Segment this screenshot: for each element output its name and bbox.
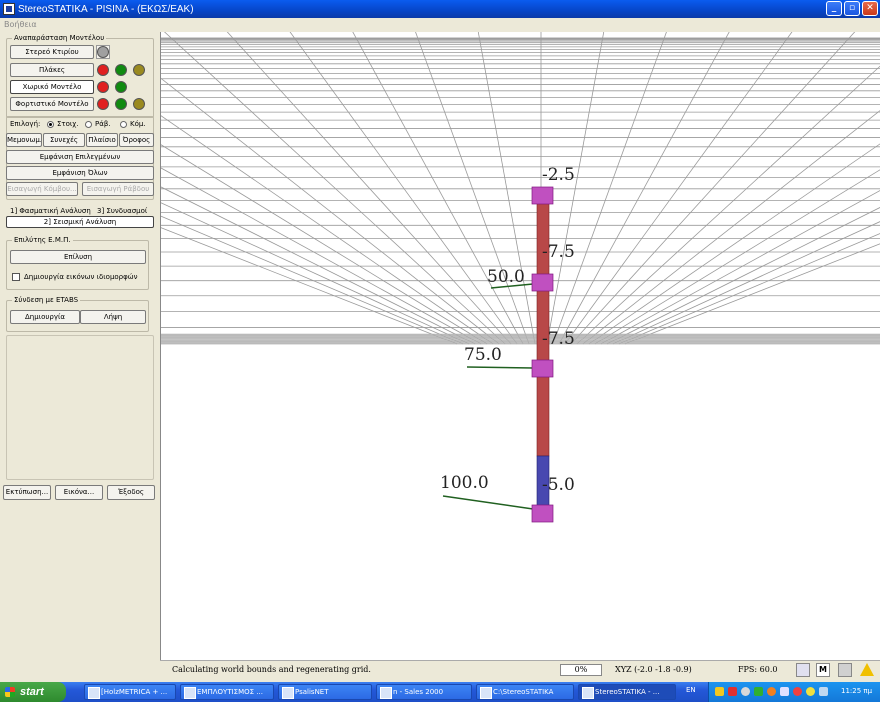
window-titlebar[interactable]: StereoSTATIKA - PISINA - (ΕΚΩΣ/ΕΑΚ) _ ▫ …	[0, 0, 880, 18]
viewport-svg: -2.5 -7.5 -7.5 -5.0 50.0 75.0 100.0	[161, 32, 880, 523]
task-sales2000[interactable]: n - Sales 2000	[376, 684, 472, 700]
node-label-top: -2.5	[542, 165, 575, 185]
gray-dot[interactable]	[97, 46, 109, 58]
m-icon[interactable]: M	[816, 663, 830, 677]
perspective-grid	[161, 32, 880, 345]
show-selected-button[interactable]: Εμφάνιση Επιλεγμένων	[6, 150, 154, 164]
image-button[interactable]: Εικόνα...	[55, 485, 103, 500]
start-button[interactable]: start	[0, 682, 66, 702]
red-dot[interactable]	[97, 98, 109, 110]
green-dot[interactable]	[115, 98, 127, 110]
load-model-button[interactable]: Φορτιστικό Μοντέλο	[10, 97, 94, 111]
solve-button[interactable]: Επίλυση	[10, 250, 146, 264]
node-bottom[interactable]	[531, 504, 554, 523]
taskbar: start [HolzMETRICA + ... ΕΜΠΛΟΥΤΙΣΜΟΣ ..…	[0, 682, 880, 702]
selection-label: Επιλογή:	[10, 120, 41, 128]
mode-images-checkbox[interactable]	[12, 273, 20, 281]
node-top[interactable]	[531, 186, 554, 205]
task-holzmetrica[interactable]: [HolzMETRICA + ...	[84, 684, 176, 700]
floor-select-button[interactable]: Όροφος	[119, 133, 154, 147]
radio-bar-label: Ράβ.	[95, 120, 111, 128]
language-indicator[interactable]: EN	[686, 686, 696, 694]
load-arrow-100[interactable]	[442, 495, 534, 510]
insert-node-button[interactable]: Εισαγωγή Κόμβου...	[6, 182, 78, 196]
tab-spectral-analysis[interactable]: 1] Φασματική Ανάλυση	[10, 207, 91, 215]
app-icon	[3, 3, 15, 15]
print-button[interactable]: Εκτύπωση...	[3, 485, 51, 500]
task-stereostatika-app[interactable]: StereoSTATIKA - ...	[578, 684, 676, 700]
alert-icon[interactable]	[793, 687, 802, 696]
tray-app-icon[interactable]	[806, 687, 815, 696]
maximize-button[interactable]: ▫	[844, 1, 860, 16]
window-title: StereoSTATIKA - PISINA - (ΕΚΩΣ/ΕΑΚ)	[18, 3, 194, 15]
radio-node-label: Κόμ.	[130, 120, 146, 128]
spatial-model-button[interactable]: Χωρικό Μοντέλο	[10, 80, 94, 94]
solver-group: Επιλύτης Ε.Μ.Π.	[6, 236, 149, 290]
green-dot[interactable]	[115, 64, 127, 76]
slabs-button[interactable]: Πλάκες	[10, 63, 94, 77]
etabs-group-label: Σύνδεση με ETABS	[12, 296, 81, 304]
volume-icon[interactable]	[780, 687, 789, 696]
exit-button[interactable]: Έξοδος	[107, 485, 155, 500]
node-label-3: -7.5	[542, 329, 575, 349]
network-icon[interactable]	[741, 687, 750, 696]
minimize-button[interactable]: _	[826, 1, 842, 16]
antivirus-icon[interactable]	[728, 687, 737, 696]
frame-select-button[interactable]: Πλαίσιο	[86, 133, 118, 147]
show-all-button[interactable]: Εμφάνιση Όλων	[6, 166, 154, 180]
radio-element[interactable]	[47, 121, 54, 128]
olive-dot[interactable]	[133, 64, 145, 76]
radio-node[interactable]	[120, 121, 127, 128]
window-icon[interactable]	[838, 663, 852, 677]
progress-indicator: 0%	[560, 664, 602, 676]
3d-viewport[interactable]: -2.5 -7.5 -7.5 -5.0 50.0 75.0 100.0	[160, 32, 880, 660]
green-dot[interactable]	[115, 81, 127, 93]
xyz-readout: XYZ (-2.0 -1.8 -0.9)	[615, 665, 692, 674]
display-icon[interactable]	[819, 687, 828, 696]
tab-combinations[interactable]: 3] Συνδυασμοί	[97, 207, 147, 215]
task-psalisnet[interactable]: PsalisNET	[278, 684, 372, 700]
menubar: Βοήθεια	[0, 18, 880, 32]
clock[interactable]: 11:25 πμ	[841, 687, 872, 695]
red-dot[interactable]	[97, 64, 109, 76]
solid-building-button[interactable]: Στερεό Κτιρίου	[10, 45, 94, 59]
close-button[interactable]: ✕	[862, 1, 878, 16]
red-dot[interactable]	[97, 81, 109, 93]
left-panel: Αναπαράσταση Μοντέλου Στερεό Κτιρίου Πλά…	[0, 32, 160, 660]
node-2[interactable]	[531, 273, 554, 292]
column-upper[interactable]	[536, 193, 550, 457]
warning-icon[interactable]	[860, 663, 874, 676]
load-arrow-75[interactable]	[466, 366, 534, 369]
update-icon[interactable]	[754, 687, 763, 696]
node-3[interactable]	[531, 359, 554, 378]
etabs-receive-button[interactable]: Λήψη	[80, 310, 146, 324]
solver-group-label: Επιλύτης Ε.Μ.Π.	[12, 236, 73, 244]
node-label-bottom: -5.0	[542, 475, 575, 495]
shield-icon[interactable]	[715, 687, 724, 696]
model-group-label: Αναπαράσταση Μοντέλου	[12, 34, 107, 42]
status-message: Calculating world bounds and regeneratin…	[172, 665, 371, 674]
person-icon[interactable]	[796, 663, 810, 677]
radio-bar[interactable]	[85, 121, 92, 128]
media-icon[interactable]	[767, 687, 776, 696]
olive-dot[interactable]	[133, 98, 145, 110]
task-emploutismos[interactable]: ΕΜΠΛΟΥΤΙΣΜΟΣ ...	[180, 684, 274, 700]
node-label-2: -7.5	[542, 242, 575, 262]
etabs-create-button[interactable]: Δημιουργία	[10, 310, 80, 324]
radio-element-label: Στοιχ.	[57, 120, 79, 128]
system-tray: 11:25 πμ	[708, 682, 880, 702]
mode-images-label: Δημιουργία εικόνων ιδιομορφών	[24, 273, 138, 281]
continuous-select-button[interactable]: Συνεχές	[43, 133, 85, 147]
load-label-75: 75.0	[464, 345, 502, 365]
load-label-100: 100.0	[440, 473, 489, 493]
status-bar: Calculating world bounds and regeneratin…	[160, 660, 880, 680]
empty-panel-area	[6, 335, 154, 480]
menu-help[interactable]: Βοήθεια	[4, 20, 37, 29]
task-stereostatika-folder[interactable]: C:\StereoSTATIKA	[476, 684, 574, 700]
fps-readout: FPS: 60.0	[738, 665, 778, 674]
tab-seismic-analysis[interactable]: 2] Σεισμική Ανάλυση	[6, 216, 154, 228]
load-label-50: 50.0	[487, 267, 525, 287]
insert-bar-button[interactable]: Εισαγωγή Ράβδου	[82, 182, 154, 196]
single-select-button[interactable]: Μεμονωμ.	[6, 133, 42, 147]
